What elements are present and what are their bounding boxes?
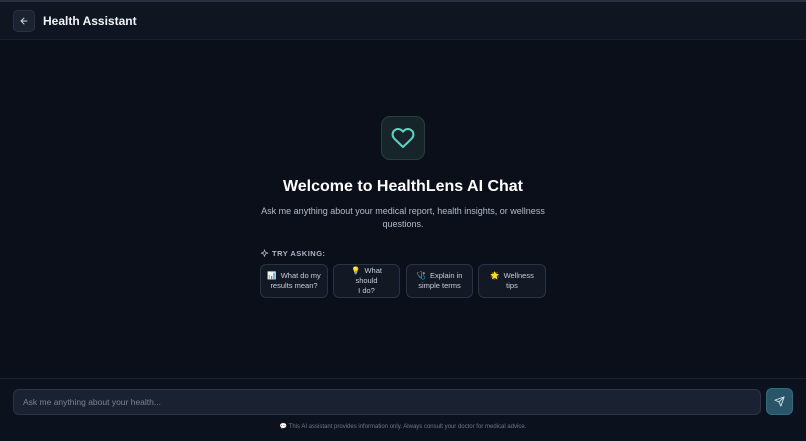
suggestion-chip-simple-terms[interactable]: 🩺 Explain in simple terms (406, 264, 473, 298)
star-emoji-icon: 🌟 (490, 271, 500, 280)
chip-label: 📊 What do my results mean? (267, 271, 321, 290)
arrow-left-icon (20, 17, 28, 24)
chip-label: 🌟 Wellness tips (490, 271, 534, 290)
suggestion-chip-results[interactable]: 📊 What do my results mean? (260, 264, 328, 298)
chip-label: 💡 What should I do? (351, 266, 382, 295)
composer-area: 💬 This AI assistant provides information… (0, 378, 806, 441)
welcome-heading: Welcome to HealthLens AI Chat (282, 178, 524, 195)
chip-label: 🩺 Explain in simple terms (416, 271, 463, 290)
suggestion-chip-what-to-do[interactable]: 💡 What should I do? (333, 264, 400, 298)
lightbulb-emoji-icon: 💡 (351, 266, 361, 275)
try-asking-text: TRY ASKING: (272, 249, 326, 258)
heart-icon (391, 128, 415, 148)
chat-welcome-panel: Welcome to HealthLens AI Chat Ask me any… (0, 40, 806, 378)
back-button[interactable] (13, 9, 35, 32)
try-asking-label: TRY ASKING: (260, 249, 326, 258)
stethoscope-emoji-icon: 🩺 (416, 271, 426, 280)
chat-input[interactable] (13, 389, 761, 415)
sparkle-icon (260, 249, 269, 257)
send-icon (774, 396, 785, 407)
app-header: Health Assistant (0, 2, 806, 40)
hero-icon-box (381, 116, 425, 160)
suggestion-chip-wellness[interactable]: 🌟 Wellness tips (478, 264, 546, 298)
disclaimer-text: 💬 This AI assistant provides information… (279, 424, 527, 430)
welcome-subtitle: Ask me anything about your medical repor… (261, 206, 545, 229)
send-button[interactable] (766, 388, 793, 415)
page-title: Health Assistant (43, 13, 137, 28)
chart-emoji-icon: 📊 (267, 271, 277, 280)
